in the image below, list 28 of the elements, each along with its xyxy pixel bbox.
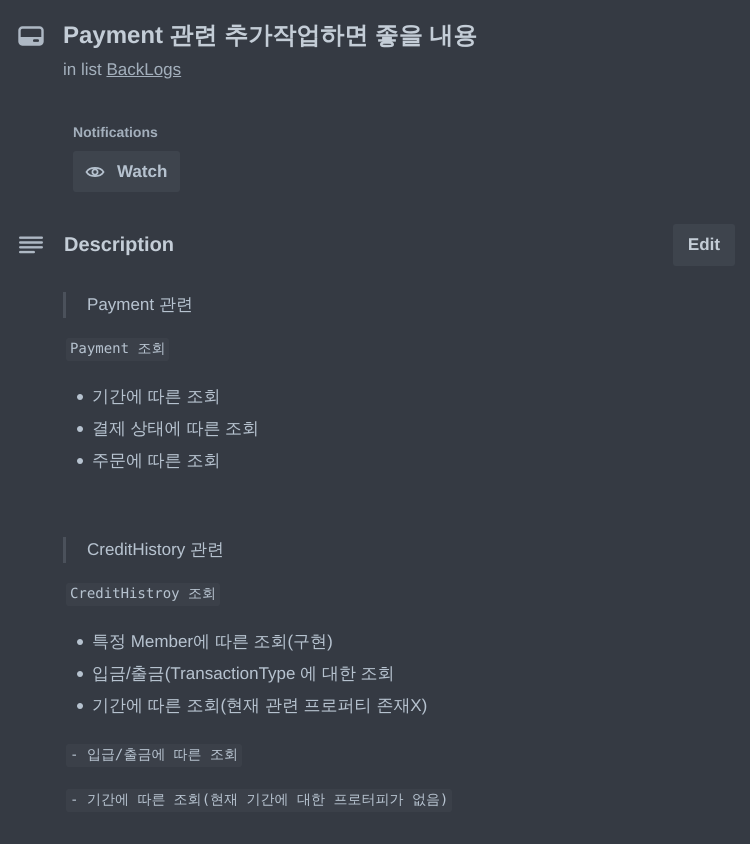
inline-code: - 입급/출금에 따른 조회 xyxy=(66,744,242,767)
list-item: 입금/출금(TransactionType 에 대한 조회 xyxy=(92,663,395,685)
card-title: Payment 관련 추가작업하면 좋을 내용 xyxy=(63,21,478,51)
list-item: 기간에 따른 조회(현재 관련 프로퍼티 존재X) xyxy=(92,695,428,717)
blockquote: CreditHistory 관련 xyxy=(63,537,224,563)
card-icon xyxy=(18,26,44,46)
list-item: 기간에 따른 조회 xyxy=(92,386,220,408)
inline-code: Payment 조회 xyxy=(66,338,170,361)
bullet-icon xyxy=(77,671,83,677)
bullet-icon xyxy=(77,394,83,400)
bullet-icon xyxy=(77,703,83,709)
list-item: 주문에 따른 조회 xyxy=(92,450,220,472)
watch-button[interactable]: Watch xyxy=(73,151,180,192)
description-icon xyxy=(19,236,43,254)
eye-icon xyxy=(85,164,105,178)
list-item: 결제 상태에 따른 조회 xyxy=(92,418,260,440)
bullet-icon xyxy=(77,639,83,645)
inline-code: - 기간에 따른 조회(현재 기간에 대한 프로터피가 없음) xyxy=(66,789,452,812)
bullet-icon xyxy=(77,458,83,464)
notifications-label: Notifications xyxy=(73,123,158,142)
bullet-icon xyxy=(77,426,83,432)
blockquote: Payment 관련 xyxy=(63,292,193,318)
inline-code: CreditHistroy 조회 xyxy=(66,583,220,606)
list-info: in list BackLogs xyxy=(63,59,182,81)
list-link[interactable]: BackLogs xyxy=(106,60,182,79)
list-item: 특정 Member에 따른 조회(구현) xyxy=(92,631,333,653)
description-heading: Description xyxy=(64,233,174,258)
edit-button[interactable]: Edit xyxy=(672,224,735,266)
